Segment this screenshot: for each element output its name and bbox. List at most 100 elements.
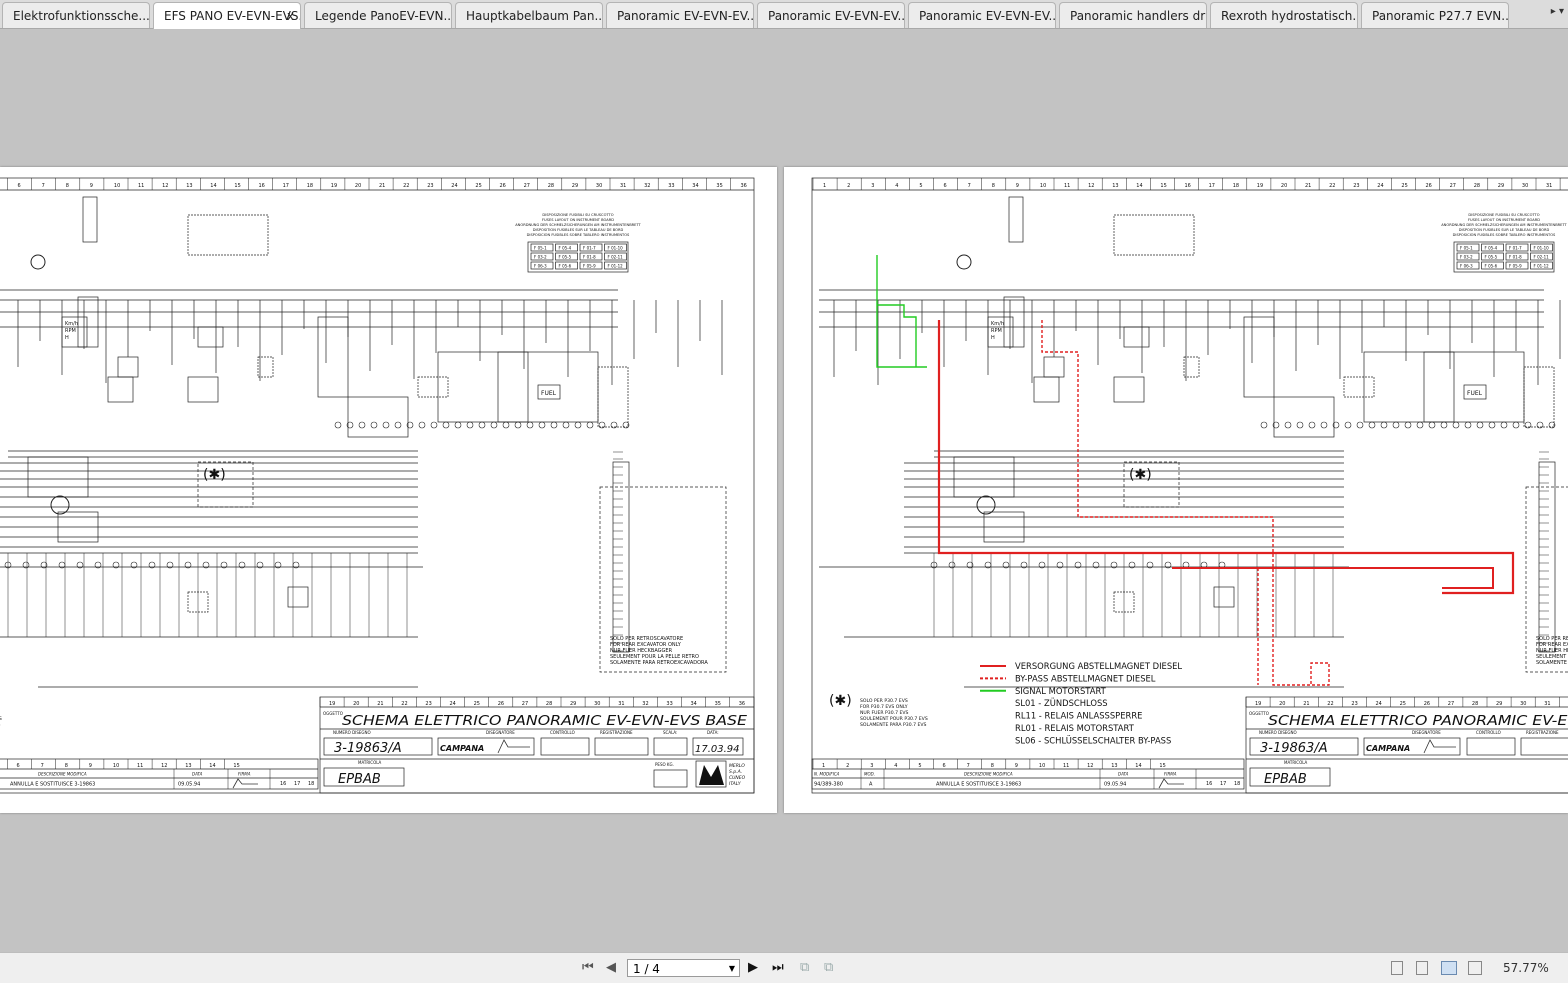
sheet-text: SOLO PER P30.7 EVS: [860, 698, 908, 704]
tab-8[interactable]: Panoramic handlers dri...: [1059, 2, 1207, 28]
tab-6[interactable]: Panoramic EV-EVN-EV...: [757, 2, 905, 28]
sheet-text: F 06-3: [534, 264, 547, 269]
column-number: 13: [1112, 183, 1118, 189]
column-number: 19: [329, 701, 335, 707]
column-number: 14: [209, 763, 215, 769]
copy-page-icon[interactable]: ⧉: [800, 960, 809, 975]
sheet-text: DISPOSIZIONE FUSIBILI SU CRUSCOTTO: [542, 213, 613, 217]
component: [597, 366, 629, 428]
column-number: 23: [1353, 183, 1359, 189]
scala-box: [653, 737, 688, 756]
two-page-view-icon[interactable]: [1441, 961, 1457, 975]
column-number: 18: [308, 781, 314, 787]
signature: [1423, 739, 1456, 754]
column-number: 15: [234, 183, 240, 189]
sheet-text: Km/h: [65, 321, 78, 327]
lamp-symbol: [490, 421, 498, 429]
prev-page-icon[interactable]: ◀: [606, 960, 616, 975]
column-number: 27: [522, 701, 528, 707]
sheet-text: SOLAMENTE PARA P30.7 EVS: [860, 722, 927, 728]
last-page-icon[interactable]: ⏭: [772, 960, 784, 975]
zoom-level[interactable]: 57.77%: [1503, 961, 1549, 975]
column-number: 3: [871, 183, 874, 189]
component: [1123, 326, 1150, 348]
first-page-icon[interactable]: ⏮: [582, 960, 594, 975]
column-number: 6: [944, 183, 947, 189]
column-number: 17: [283, 183, 289, 189]
column-number: 4: [894, 763, 897, 769]
tab-9[interactable]: Rexroth hydrostatisch...: [1210, 2, 1358, 28]
tab-label: Elektrofunktionssche...: [13, 9, 150, 23]
sheet-text: F 02-11: [1534, 255, 1550, 260]
tab-label: Hauptkabelbaum Pan...: [466, 9, 603, 23]
asterisk-symbol: (✱): [203, 467, 226, 483]
column-number: 1: [823, 183, 826, 189]
sheet-text: N. MODIFICA: [814, 772, 840, 777]
column-number: 27: [1448, 701, 1454, 707]
tab-label: Panoramic EV-EVN-EV...: [768, 9, 905, 23]
lamp-symbol: [502, 421, 510, 429]
tab-1[interactable]: Elektrofunktionssche...: [2, 2, 150, 28]
column-number: 29: [1498, 183, 1504, 189]
connector-strip: [612, 461, 630, 653]
sheet-text: S.p.A.: [729, 769, 742, 775]
column-number: 8: [992, 183, 995, 189]
tab-2[interactable]: EFS PANO EV-EVN-EVS... x: [153, 2, 301, 29]
two-page-continuous-view-icon[interactable]: [1468, 961, 1482, 975]
lamp-symbol: [478, 421, 486, 429]
column-number: 22: [1327, 701, 1333, 707]
column-number: 30: [1522, 183, 1528, 189]
sheet-text: SOULEMENT POUR P30.7 EVS: [0, 716, 2, 722]
lamp-symbol: [1464, 421, 1472, 429]
tab-4[interactable]: Hauptkabelbaum Pan...: [455, 2, 603, 28]
single-page-view-icon[interactable]: [1391, 961, 1403, 975]
sheet-text: VERSORGUNG ABSTELLMAGNET DIESEL: [1015, 661, 1182, 671]
signal-path: [877, 304, 917, 367]
column-number: 25: [475, 183, 481, 189]
column-number: 31: [620, 183, 626, 189]
lamp-symbol: [1260, 421, 1268, 429]
column-number: 23: [1351, 701, 1357, 707]
bottom-toolbar: ⏮ ◀ 1 / 4 ▼ ▶ ⏭ ⧉ ⧉ 57.77%: [0, 952, 1568, 983]
controllo-box: [540, 737, 590, 756]
sheet-text: BY-PASS ABSTELLMAGNET DIESEL: [1015, 673, 1156, 683]
next-page-icon[interactable]: ▶: [748, 960, 758, 975]
sheet-text: 17.03.94: [695, 744, 740, 755]
motor-symbol: [976, 495, 996, 515]
column-number: 8: [65, 763, 68, 769]
sheet-text: ANORDNUNG DER SCHMELZSICHERUNGEN AM INST…: [1441, 223, 1567, 227]
column-number: 4: [895, 183, 898, 189]
tab-5[interactable]: Panoramic EV-EVN-EV...: [606, 2, 754, 28]
merlo-logo-mark: [699, 765, 724, 785]
connector-strip: [1538, 461, 1556, 653]
column-number: 20: [355, 183, 361, 189]
sheet-text: SCHEMA ELETTRICO PANORAMIC EV-EVN-EVS BA…: [1268, 714, 1568, 729]
sheet-text: MATRICOLA: [1284, 760, 1308, 765]
sheet-text: DISPOSITION FUSIBLES SUR LE TABLEAU DE B…: [533, 228, 624, 232]
sheet-text: DATA: [1118, 772, 1129, 777]
lamp-symbol: [1500, 421, 1508, 429]
tab-10[interactable]: Panoramic P27.7 EVN...: [1361, 2, 1509, 28]
sheet-text: SIGNAL MOTORSTART: [1015, 686, 1107, 696]
sheet-text: DESCRIZIONE MODIFICA: [38, 772, 87, 777]
page-selector[interactable]: 1 / 4 ▼: [627, 959, 740, 977]
sheet-text: CONTROLLO: [550, 730, 575, 735]
component: [1273, 396, 1335, 438]
column-number: 6: [17, 763, 20, 769]
tab-overflow-icon[interactable]: ▸ ▾: [1551, 6, 1564, 17]
tab-3[interactable]: Legende PanoEV-EVN...: [304, 2, 452, 28]
column-number: 9: [1016, 183, 1019, 189]
sheet-text: OGGETTO: [1249, 711, 1269, 716]
component: [497, 351, 599, 423]
sheet-text: F 02-11: [608, 255, 624, 260]
column-number: 6: [18, 183, 21, 189]
column-number: 27: [524, 183, 530, 189]
paste-page-icon[interactable]: ⧉: [824, 960, 833, 975]
sheet-text: FIRMA: [1164, 772, 1177, 777]
continuous-view-icon[interactable]: [1416, 961, 1428, 975]
tab-7[interactable]: Panoramic EV-EVN-EV...: [908, 2, 1056, 28]
close-tab-icon[interactable]: x: [287, 3, 294, 29]
component: [197, 326, 224, 348]
tab-bar: Elektrofunktionssche... EFS PANO EV-EVN-E…: [0, 0, 1568, 29]
schematic-page-1: 1234567891011121314151617181920212223242…: [0, 177, 755, 794]
